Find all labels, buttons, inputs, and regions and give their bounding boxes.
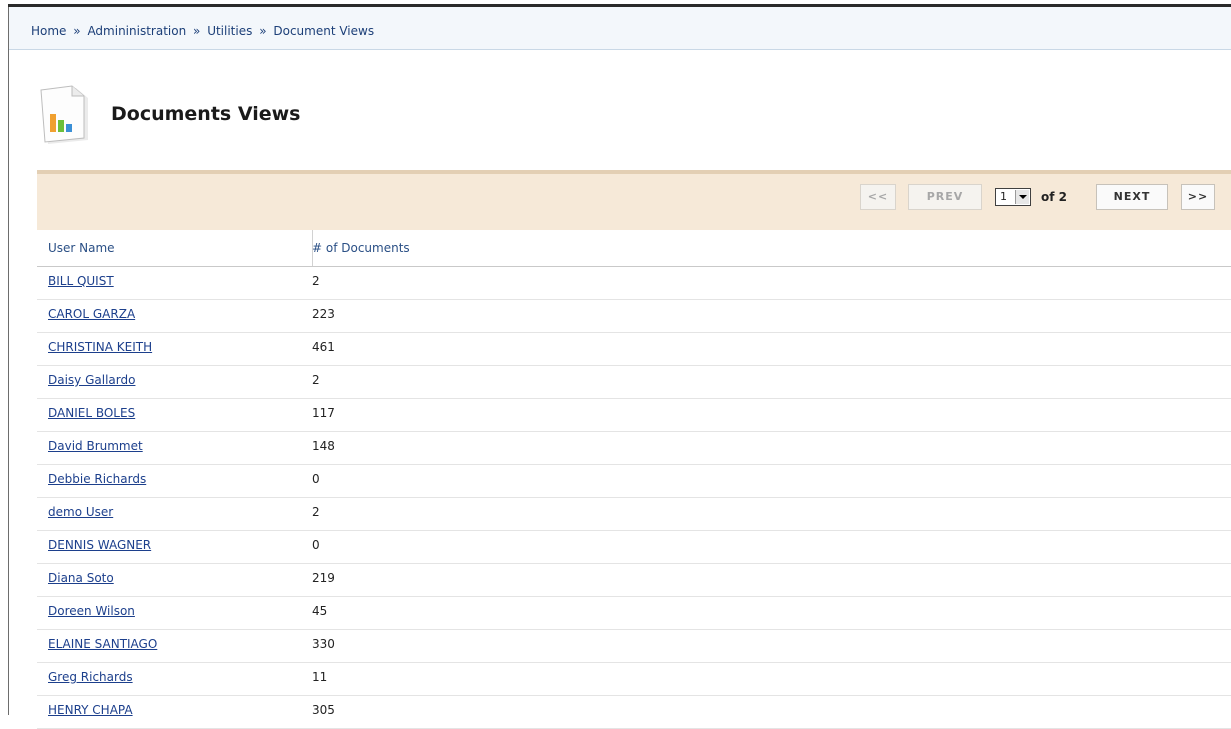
left-border [8, 7, 9, 715]
table-row: Doreen Wilson 45 [37, 597, 1231, 630]
document-count: 2 [312, 274, 320, 288]
table-row: DENNIS WAGNER 0 [37, 531, 1231, 564]
user-name-link[interactable]: CHRISTINA KEITH [48, 340, 152, 354]
user-name-link[interactable]: DANIEL BOLES [48, 406, 135, 420]
table-header: User Name # of Documents [37, 230, 1231, 267]
prev-page-button[interactable]: PREV [908, 184, 982, 210]
first-page-button[interactable]: << [860, 184, 896, 210]
page-select-value: 1 [1000, 190, 1007, 203]
user-name-link[interactable]: Debbie Richards [48, 472, 146, 486]
page-title: Documents Views [111, 103, 301, 125]
column-header-user-name[interactable]: User Name [48, 241, 115, 255]
document-count: 2 [312, 373, 320, 387]
document-count: 461 [312, 340, 335, 354]
document-count: 223 [312, 307, 335, 321]
documents-table: User Name # of Documents BILL QUIST 2 CARO… [37, 230, 1231, 729]
user-name-link[interactable]: ELAINE SANTIAGO [48, 637, 157, 651]
table-row: demo User 2 [37, 498, 1231, 531]
user-name-link[interactable]: David Brummet [48, 439, 143, 453]
breadcrumb-utilities[interactable]: Utilities [207, 24, 252, 38]
breadcrumb: Home » Admininistration » Utilities » Do… [31, 24, 374, 38]
table-row: CHRISTINA KEITH 461 [37, 333, 1231, 366]
document-count: 117 [312, 406, 335, 420]
breadcrumb-separator: » [73, 24, 81, 38]
chevron-down-icon [1015, 190, 1029, 204]
table-row: Greg Richards 11 [37, 663, 1231, 696]
document-count: 330 [312, 637, 335, 651]
page-count-text: of 2 [1041, 190, 1067, 204]
document-count: 11 [312, 670, 328, 684]
table-row: Daisy Gallardo 2 [37, 366, 1231, 399]
breadcrumb-bar: Home » Admininistration » Utilities » Do… [9, 7, 1231, 50]
table-row: HENRY CHAPA 305 [37, 696, 1231, 729]
page-select[interactable]: 1 [995, 188, 1031, 206]
user-name-link[interactable]: BILL QUIST [48, 274, 114, 288]
user-name-link[interactable]: Daisy Gallardo [48, 373, 135, 387]
document-count: 2 [312, 505, 320, 519]
table-row: CAROL GARZA 223 [37, 300, 1231, 333]
breadcrumb-current: Document Views [273, 24, 375, 38]
table-body: BILL QUIST 2 CAROL GARZA 223 CHRISTINA KEITH… [37, 267, 1231, 729]
table-row: Debbie Richards 0 [37, 465, 1231, 498]
table-row: BILL QUIST 2 [37, 267, 1231, 300]
document-count: 219 [312, 571, 335, 585]
breadcrumb-separator: » [193, 24, 201, 38]
column-header-num-documents[interactable]: # of Documents [312, 241, 410, 255]
breadcrumb-home[interactable]: Home [31, 24, 66, 38]
breadcrumb-administration[interactable]: Admininistration [87, 24, 186, 38]
user-name-link[interactable]: demo User [48, 505, 113, 519]
report-chart-icon [38, 84, 98, 148]
table-row: David Brummet 148 [37, 432, 1231, 465]
user-name-link[interactable]: Diana Soto [48, 571, 114, 585]
document-count: 0 [312, 538, 320, 552]
document-count: 0 [312, 472, 320, 486]
user-name-link[interactable]: Doreen Wilson [48, 604, 135, 618]
user-name-link[interactable]: Greg Richards [48, 670, 133, 684]
table-row: DANIEL BOLES 117 [37, 399, 1231, 432]
document-count: 148 [312, 439, 335, 453]
last-page-button[interactable]: >> [1181, 184, 1215, 210]
breadcrumb-separator: » [259, 24, 267, 38]
user-name-link[interactable]: CAROL GARZA [48, 307, 135, 321]
user-name-link[interactable]: DENNIS WAGNER [48, 538, 151, 552]
table-row: Diana Soto 219 [37, 564, 1231, 597]
document-count: 45 [312, 604, 328, 618]
next-page-button[interactable]: NEXT [1096, 184, 1168, 210]
table-row: ELAINE SANTIAGO 330 [37, 630, 1231, 663]
